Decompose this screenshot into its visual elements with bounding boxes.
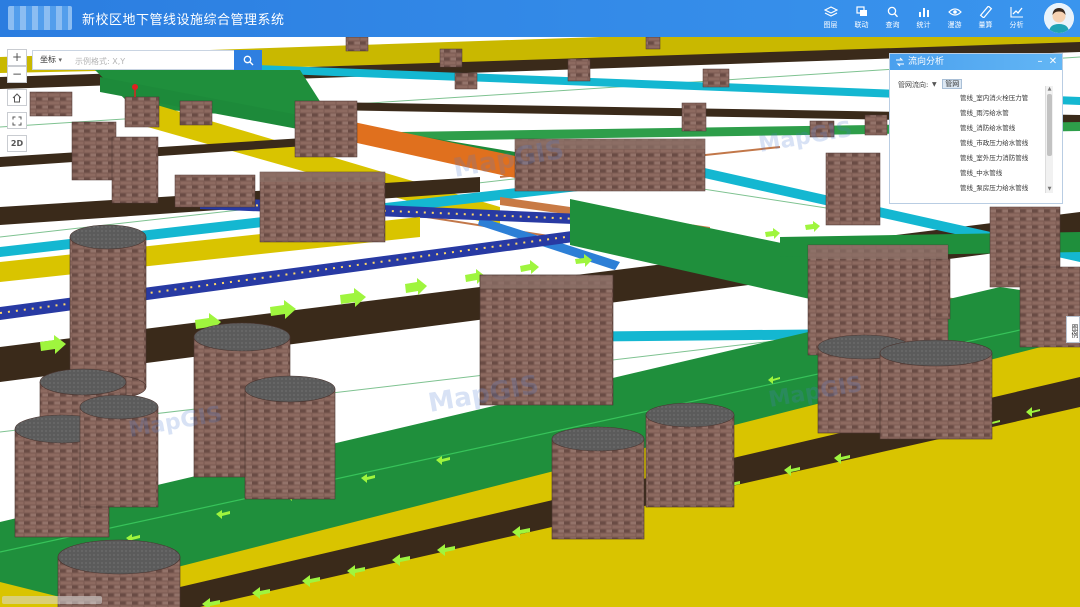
search-icon <box>243 55 253 65</box>
tree-scrollbar[interactable]: ▲ ▼ <box>1045 86 1053 193</box>
tree-item[interactable]: 管线_室外压力消防管线 <box>932 151 1047 166</box>
search-button[interactable] <box>234 50 262 70</box>
toolbar-link-button[interactable]: 联动 <box>846 3 877 35</box>
layers-icon <box>823 6 838 18</box>
minimize-button[interactable]: – <box>1034 54 1046 70</box>
line-chart-icon <box>1009 6 1024 18</box>
chevron-down-icon: ▾ <box>58 56 63 64</box>
home-icon <box>12 93 22 103</box>
coordinate-search-input[interactable] <box>73 52 237 70</box>
tree-item[interactable]: 管线_消防给水管线 <box>932 121 1047 136</box>
search-type-select[interactable]: 坐标 ▾ <box>33 51 71 69</box>
close-button[interactable]: ✕ <box>1047 54 1059 70</box>
toolbar-roam-button[interactable]: 漫游 <box>939 3 970 35</box>
panel-title: 流向分析 <box>908 57 945 67</box>
toolbar-layers-button[interactable]: 图层 <box>815 3 846 35</box>
toolbar-analysis-button[interactable]: 分析 <box>1001 3 1032 35</box>
main-toolbar: 图层 联动 查询 统计 漫游 量算 分析 <box>815 3 1032 35</box>
tree-root[interactable]: ▼ 管网 <box>932 78 1047 91</box>
home-button[interactable] <box>7 89 27 106</box>
tree-item[interactable]: 管线_室内消火栓压力管 <box>932 91 1047 106</box>
search-icon <box>886 6 900 18</box>
app-header: 新校区地下管线设施综合管理系统 图层 联动 查询 统计 漫游 量算 分析 <box>0 0 1080 37</box>
toolbar-statistics-button[interactable]: 统计 <box>908 3 939 35</box>
flow-analysis-icon <box>896 57 904 67</box>
tree-item[interactable]: 管线_泵房压力给水管线 <box>932 181 1047 194</box>
direction-label: 管网流向: <box>898 81 929 89</box>
panel-body: 管网流向: ▼ 管网 管线_室内消火栓压力管 管线_雨污给水管 管线_消防给水管… <box>890 70 1062 203</box>
blurred-status-text <box>2 596 102 604</box>
eye-icon <box>947 6 962 18</box>
scroll-up-icon[interactable]: ▲ <box>1046 86 1053 93</box>
bar-chart-icon <box>917 6 931 18</box>
flow-analysis-panel: 流向分析 – ✕ 管网流向: ▼ 管网 管线_室内消火栓压力管 管线_雨污给水管… <box>889 53 1063 204</box>
zoom-in-button[interactable]: + <box>7 49 27 66</box>
fullscreen-icon <box>12 116 22 126</box>
ruler-icon <box>979 6 993 18</box>
scrollbar-thumb[interactable] <box>1047 94 1052 156</box>
map-navigation-controls: + − 2D <box>7 49 27 152</box>
toolbar-measure-button[interactable]: 量算 <box>970 3 1001 35</box>
fullscreen-button[interactable] <box>7 112 27 129</box>
panel-header: 流向分析 – ✕ <box>890 54 1062 70</box>
coordinate-search-bar: 坐标 ▾ <box>32 50 262 70</box>
app-logo <box>8 6 72 30</box>
zoom-out-button[interactable]: − <box>7 66 27 83</box>
app-title: 新校区地下管线设施综合管理系统 <box>82 13 285 28</box>
user-avatar[interactable] <box>1044 3 1074 33</box>
search-type-label: 坐标 <box>40 55 56 64</box>
tree-item[interactable]: 管线_中水管线 <box>932 166 1047 181</box>
legend-toggle-tab[interactable]: 图例 <box>1066 316 1080 343</box>
tree-item[interactable]: 管线_雨污给水管 <box>932 106 1047 121</box>
link-windows-icon <box>855 6 869 18</box>
collapse-toggle-icon[interactable]: ▼ <box>932 78 940 91</box>
tree-root-label: 管网 <box>942 79 963 89</box>
tree-item[interactable]: 管线_市政压力给水管线 <box>932 136 1047 151</box>
pipe-network-tree: ▼ 管网 管线_室内消火栓压力管 管线_雨污给水管 管线_消防给水管线 管线_市… <box>932 78 1047 194</box>
2d-mode-button[interactable]: 2D <box>7 135 27 152</box>
scroll-down-icon[interactable]: ▼ <box>1046 186 1053 193</box>
toolbar-query-button[interactable]: 查询 <box>877 3 908 35</box>
